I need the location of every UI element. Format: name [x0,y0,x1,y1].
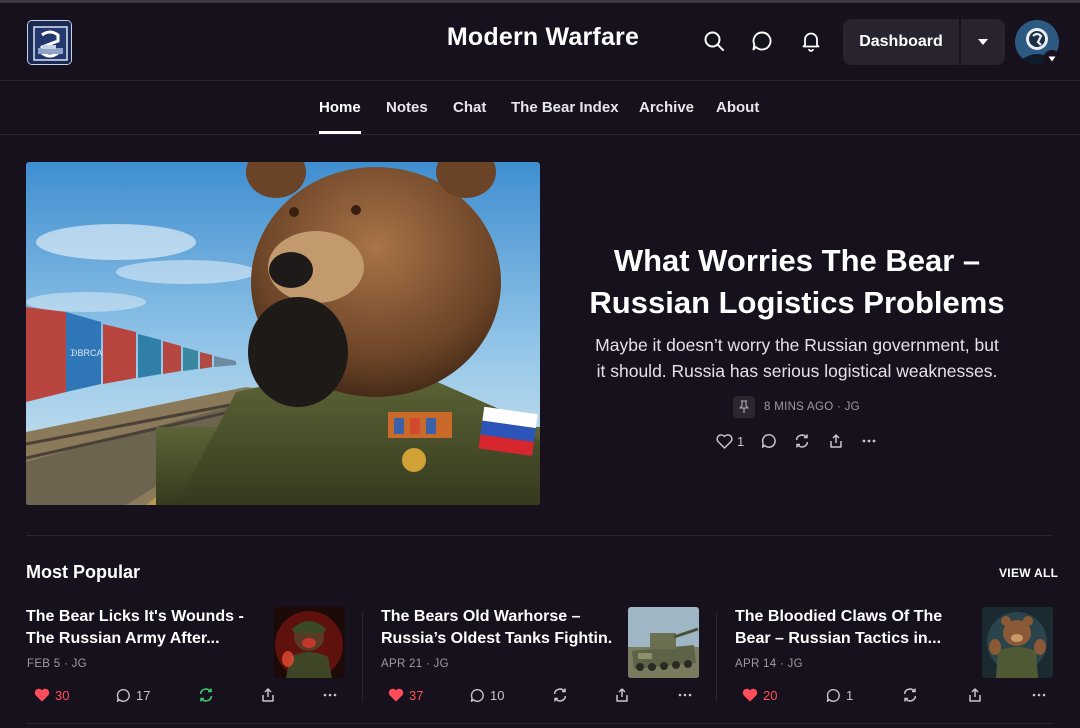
hero-post-meta: 8 MINS AGO · JG [733,396,860,418]
nav-item-chat[interactable]: Chat [453,99,486,116]
comment-icon [826,688,840,702]
nav-item-archive[interactable]: Archive [639,99,694,116]
restack-icon [553,688,567,702]
popular-post-3-comment-count: 1 [846,687,854,703]
popular-post-2-more-button[interactable] [677,686,693,704]
popular-post-1-like-count: 30 [55,687,70,703]
heart-filled-icon [388,688,404,702]
card-separator [716,612,717,702]
popular-post-3-title-line-2: Bear – Russian Tactics in... [735,630,942,647]
popular-post-title-2[interactable]: The Bears Old Warhorse – Russia’s Oldest… [381,606,613,650]
caret-down-icon [978,39,988,45]
hero-comment-button[interactable] [761,431,777,451]
card-separator [362,612,363,702]
popular-post-meta-3: APR 14 · JG [735,658,803,670]
caret-down-icon [1048,56,1056,62]
popular-post-1-more-button[interactable] [322,686,338,704]
account-menu-caret[interactable] [1043,50,1061,68]
share-icon [969,688,981,702]
heart-filled-icon [34,688,50,702]
popular-post-3-restack-button[interactable] [902,686,918,704]
popular-post-2-comment-count: 10 [490,687,505,703]
hero-meta-text: 8 MINS AGO · JG [764,401,860,413]
popular-post-1-like-button[interactable]: 30 [34,686,69,704]
popular-post-meta-2: APR 21 · JG [381,658,449,670]
svg-text:ᗫBRCA: ᗫBRCA [70,348,102,358]
bell-icon[interactable] [797,27,825,55]
popular-post-2-like-button[interactable]: 37 [388,686,423,704]
popular-post-1-comment-button[interactable]: 17 [116,686,150,704]
more-icon [678,693,692,697]
more-icon [862,439,876,443]
hero-post-image[interactable]: ᗫBRCA [26,162,540,505]
comment-icon [761,434,776,448]
popular-post-thumbnail-3[interactable] [982,607,1053,678]
pin-icon [733,396,755,418]
nav-item-about[interactable]: About [716,99,759,116]
popular-post-thumbnail-2[interactable] [628,607,699,678]
restack-icon [199,688,213,702]
popular-post-2-share-button[interactable] [614,686,630,704]
hero-post-title[interactable]: What Worries The Bear – Russian Logistic… [560,240,1034,324]
more-icon [1032,693,1046,697]
section-divider [26,535,1053,536]
more-icon [323,693,337,697]
hero-like-button[interactable]: 1 [716,431,744,451]
bottom-divider [26,723,1053,724]
hero-title-line-2: Russian Logistics Problems [589,285,1005,320]
dashboard-button-group: Dashboard [843,19,1005,65]
hero-post-subtitle: Maybe it doesn’t worry the Russian gover… [572,332,1022,384]
hero-like-count: 1 [737,433,745,449]
hero-subtitle-line-2: it should. Russia has serious logistical… [596,361,998,381]
heart-icon [716,433,733,449]
popular-post-3-like-button[interactable]: 20 [742,686,777,704]
nav-item-home[interactable]: Home [319,99,361,116]
most-popular-heading: Most Popular [26,562,141,582]
share-icon [616,688,628,702]
comment-icon [116,688,130,702]
popular-post-meta-1: FEB 5 · JG [27,658,87,670]
popular-post-2-like-count: 37 [409,687,424,703]
main-nav: Home Notes Chat The Bear Index Archive A… [0,82,1080,135]
site-header: Modern Warfare Dashboard [0,3,1080,81]
popular-post-2-title-line-1: The Bears Old Warhorse – [381,608,581,625]
popular-post-1-title-line-2: The Russian Army After... [26,630,220,647]
hero-more-button[interactable] [861,431,877,451]
hero-subtitle-line-1: Maybe it doesn’t worry the Russian gover… [595,335,999,355]
popular-post-2-comment-button[interactable]: 10 [470,686,504,704]
nav-item-notes[interactable]: Notes [386,99,428,116]
nav-item-bear-index[interactable]: The Bear Index [511,99,619,116]
view-all-link[interactable]: VIEW ALL [999,566,1058,580]
popular-post-2-restack-button[interactable] [552,686,568,704]
popular-post-1-title-line-1: The Bear Licks It's Wounds - [26,608,244,625]
popular-post-2-title-line-2: Russia’s Oldest Tanks Fightin... [381,630,613,647]
comment-icon [470,688,484,702]
heart-filled-icon [742,688,758,702]
hero-restack-button[interactable] [794,431,810,451]
popular-post-1-share-button[interactable] [260,686,276,704]
popular-post-thumbnail-1[interactable] [274,607,345,678]
popular-post-1-restack-button[interactable] [198,686,214,704]
popular-post-3-like-count: 20 [763,687,778,703]
hero-title-line-1: What Worries The Bear – [613,243,981,278]
search-icon[interactable] [700,27,728,55]
popular-post-3-more-button[interactable] [1031,686,1047,704]
popular-post-3-title-line-1: The Bloodied Claws Of The [735,608,943,625]
share-icon [262,688,274,702]
dashboard-menu-button[interactable] [961,19,1005,65]
popular-post-3-comment-button[interactable]: 1 [826,686,853,704]
popular-post-title-3[interactable]: The Bloodied Claws Of The Bear – Russian… [735,606,967,650]
popular-post-1-comment-count: 17 [136,687,151,703]
share-icon [830,434,842,448]
restack-icon [795,434,809,448]
popular-post-3-share-button[interactable] [967,686,983,704]
restack-icon [903,688,917,702]
chat-bubble-icon[interactable] [748,27,776,55]
popular-post-title-1[interactable]: The Bear Licks It's Wounds - The Russian… [26,606,258,650]
hero-share-button[interactable] [828,431,844,451]
dashboard-button[interactable]: Dashboard [843,19,959,65]
active-tab-indicator [319,131,361,134]
